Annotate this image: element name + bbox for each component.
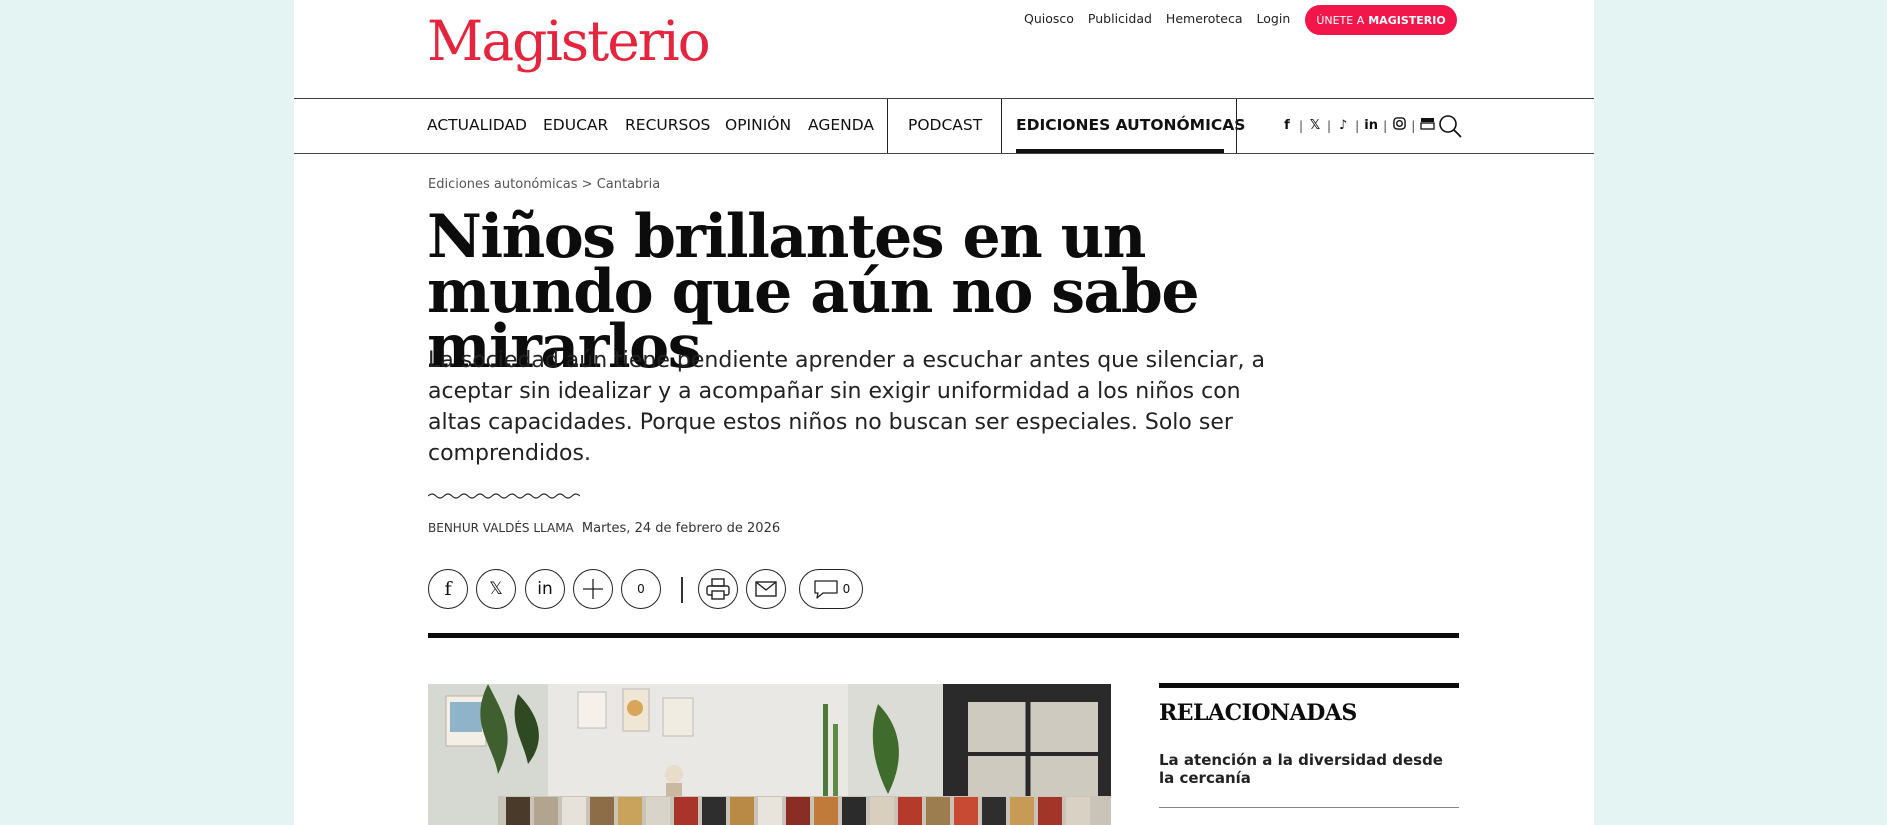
comments-button[interactable]: 0 xyxy=(799,569,863,609)
top-link-publicidad[interactable]: Publicidad xyxy=(1088,11,1152,26)
social-separator: | xyxy=(1383,118,1388,133)
nav-item-opinion[interactable]: OPINIÓN xyxy=(725,116,791,134)
plus-icon xyxy=(583,579,603,599)
related-heading: RELACIONADAS xyxy=(1159,700,1357,726)
nav-divider xyxy=(887,99,888,153)
facebook-icon[interactable]: f xyxy=(1280,118,1294,133)
nav-divider xyxy=(1236,99,1237,153)
decorative-squiggle xyxy=(428,493,580,499)
x-icon[interactable]: 𝕏 xyxy=(1308,118,1322,133)
search-icon[interactable] xyxy=(1438,114,1462,138)
related-divider xyxy=(1159,683,1459,688)
mail-icon xyxy=(755,581,777,597)
instagram-icon[interactable] xyxy=(1392,117,1406,134)
join-prefix: ÚNETE A xyxy=(1316,13,1365,27)
nav-item-podcast[interactable]: PODCAST xyxy=(908,116,982,134)
nav-item-educar[interactable]: EDUCAR xyxy=(543,116,608,134)
byline: BENHUR VALDÉS LLAMA Martes, 24 de febrer… xyxy=(428,521,780,536)
linkedin-icon[interactable]: in xyxy=(1364,118,1378,133)
social-separator: | xyxy=(1355,118,1360,133)
join-brand: MAGISTERIO xyxy=(1368,13,1446,27)
article-subtitle: La sociedad aún tiene pendiente aprender… xyxy=(428,348,1265,466)
author-name[interactable]: BENHUR VALDÉS LLAMA xyxy=(428,521,574,535)
join-button[interactable]: ÚNETE A MAGISTERIO xyxy=(1305,5,1457,35)
top-link-quiosco[interactable]: Quiosco xyxy=(1024,11,1074,26)
x-icon: 𝕏 xyxy=(489,579,503,599)
article-hero-image xyxy=(428,684,1111,825)
nav-item-recursos[interactable]: RECURSOS xyxy=(625,116,710,134)
email-button[interactable] xyxy=(746,569,786,609)
breadcrumb[interactable]: Ediciones autonómicas > Cantabria xyxy=(428,177,660,192)
top-link-hemeroteca[interactable]: Hemeroteca xyxy=(1166,11,1243,26)
site-logo[interactable]: Magisterio xyxy=(427,14,711,69)
youtube-icon[interactable] xyxy=(1420,117,1435,134)
top-link-login[interactable]: Login xyxy=(1257,11,1291,26)
social-separator: | xyxy=(1299,118,1304,133)
nav-active-underline xyxy=(1016,149,1224,153)
social-links: f | 𝕏 | ♪ | in | | xyxy=(1280,117,1435,134)
publish-date: Martes, 24 de febrero de 2026 xyxy=(581,521,781,536)
print-button[interactable] xyxy=(698,569,738,609)
share-more-button[interactable] xyxy=(573,569,613,609)
share-linkedin-button[interactable]: in xyxy=(525,569,565,609)
comment-icon xyxy=(814,580,838,599)
facebook-icon: f xyxy=(444,578,452,600)
related-item-divider xyxy=(1159,807,1459,808)
social-separator: | xyxy=(1327,118,1332,133)
related-link[interactable]: La atención a la diversidad desde la cer… xyxy=(1159,751,1449,787)
social-separator: | xyxy=(1411,118,1416,133)
linkedin-icon: in xyxy=(537,579,553,599)
main-nav: ACTUALIDAD EDUCAR RECURSOS OPINIÓN AGEND… xyxy=(294,98,1594,154)
page: Magisterio Quiosco Publicidad Hemeroteca… xyxy=(294,0,1594,825)
top-links: Quiosco Publicidad Hemeroteca Login xyxy=(1024,11,1290,26)
tiktok-icon[interactable]: ♪ xyxy=(1336,118,1350,133)
nav-item-agenda[interactable]: AGENDA xyxy=(808,116,874,134)
section-divider xyxy=(428,633,1459,638)
share-count: 0 xyxy=(621,569,661,609)
share-facebook-button[interactable]: f xyxy=(428,569,468,609)
comment-count: 0 xyxy=(842,582,851,596)
nav-item-actualidad[interactable]: ACTUALIDAD xyxy=(427,116,527,134)
share-x-button[interactable]: 𝕏 xyxy=(476,569,516,609)
nav-item-ediciones-autonomicas[interactable]: EDICIONES AUTONÓMICAS xyxy=(1016,116,1245,134)
print-icon xyxy=(706,578,730,600)
nav-divider xyxy=(1001,99,1002,153)
share-divider xyxy=(681,577,683,603)
